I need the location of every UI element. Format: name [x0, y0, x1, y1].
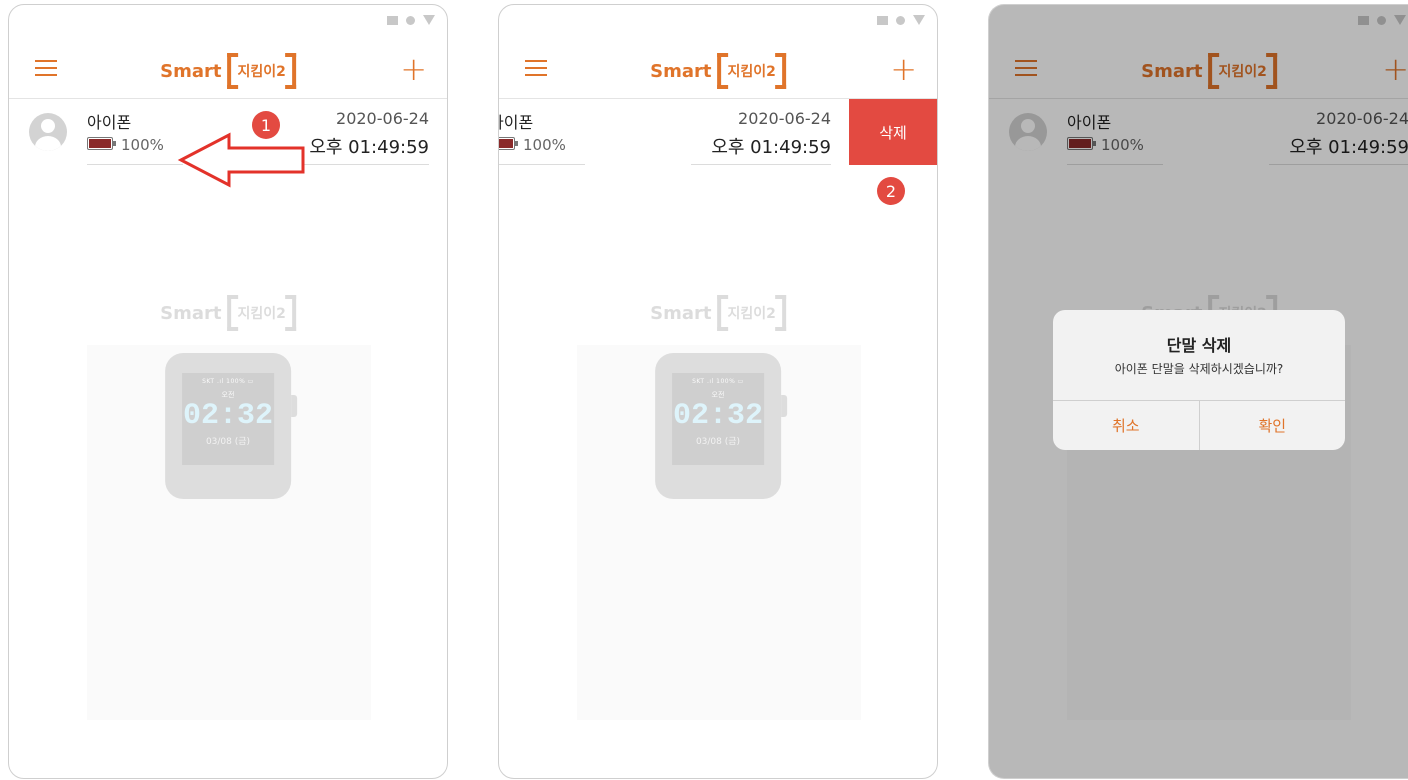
- smartwatch-image: SKT .ıl 100% ▭ 오전 02:32 03/08 (금): [165, 353, 297, 499]
- watermark-logo-smart: Smart: [650, 302, 712, 324]
- watch-time: 02:32: [672, 399, 763, 433]
- triangle-icon: [913, 15, 925, 25]
- watch-date: 03/08 (금): [695, 437, 741, 447]
- dialog-buttons: 취소 확인: [1053, 400, 1345, 450]
- device-date: 2020-06-24: [738, 109, 831, 128]
- watermark-logo-bracket: 지킴이2: [227, 295, 297, 331]
- watch-screen: SKT .ıl 100% ▭ 오전 02:32 03/08 (금): [672, 373, 764, 465]
- divider: [499, 164, 585, 165]
- watermark-logo-name: 지킴이2: [727, 306, 776, 322]
- app-bar: Smart 지킴이2 +: [9, 45, 447, 99]
- device-date: 2020-06-24: [336, 109, 429, 128]
- confirm-button[interactable]: 확인: [1198, 401, 1346, 450]
- device-row-swiped[interactable]: 아이폰 100% 2020-06-24 오후 01:49:59 삭제: [499, 99, 937, 165]
- watermark: Smart 지킴이2 SKT .ıl 100% ▭ 오전 02:32 03/08…: [650, 295, 787, 499]
- divider: [87, 164, 183, 165]
- square-icon: [387, 15, 398, 25]
- avatar: [29, 113, 67, 151]
- swipe-left-arrow-icon: [177, 132, 305, 188]
- watch-crown: [291, 395, 297, 417]
- device-name: 아이폰: [499, 113, 534, 132]
- dialog-message: 아이폰 단말을 삭제하시겠습니까?: [1114, 362, 1284, 376]
- app-logo: Smart 지킴이2: [160, 53, 297, 89]
- app-logo: Smart 지킴이2: [650, 53, 787, 89]
- phone-screen-confirm-dialog: Smart 지킴이2 + 아이폰 100% 2020-06-24 오후 01:4…: [988, 4, 1408, 779]
- circle-icon: [896, 15, 905, 25]
- menu-icon[interactable]: [525, 60, 547, 76]
- add-device-icon[interactable]: +: [400, 53, 427, 85]
- watch-time: 02:32: [182, 399, 273, 433]
- watermark-logo-smart: Smart: [160, 302, 222, 324]
- add-device-icon[interactable]: +: [890, 53, 917, 85]
- logo-name-text: 지킴이2: [237, 64, 286, 80]
- dialog-title: 단말 삭제: [1166, 336, 1232, 355]
- square-icon: [877, 15, 888, 25]
- circle-icon: [406, 15, 415, 25]
- watch-status: SKT .ıl 100% ▭: [692, 378, 744, 385]
- watch-date: 03/08 (금): [205, 437, 251, 447]
- delete-confirm-dialog: 단말 삭제 아이폰 단말을 삭제하시겠습니까? 취소 확인: [1053, 310, 1345, 450]
- logo-name-text: 지킴이2: [727, 64, 776, 80]
- watermark: Smart 지킴이2 SKT .ıl 100% ▭ 오전 02:32 03/08…: [160, 295, 297, 499]
- device-time: 오후 01:49:59: [309, 137, 429, 158]
- status-bar: [387, 15, 435, 25]
- watermark-logo-name: 지킴이2: [237, 306, 286, 322]
- phone-screen-delete-step: Smart 지킴이2 + 아이폰 100% 2020-06-24 오후 01:4…: [498, 4, 938, 779]
- watch-crown: [781, 395, 787, 417]
- logo-bracket: 지킴이2: [717, 53, 787, 89]
- divider: [691, 164, 831, 165]
- smartwatch-image: SKT .ıl 100% ▭ 오전 02:32 03/08 (금): [655, 353, 787, 499]
- device-time: 오후 01:49:59: [711, 137, 831, 158]
- device-row-content: 아이폰 100% 2020-06-24 오후 01:49:59: [499, 99, 851, 165]
- divider: [289, 164, 429, 165]
- battery-icon: [499, 137, 518, 150]
- logo-bracket: 지킴이2: [227, 53, 297, 89]
- battery-percent: 100%: [523, 136, 566, 154]
- logo-smart-text: Smart: [160, 60, 222, 82]
- triangle-icon: [423, 15, 435, 25]
- logo-smart-text: Smart: [650, 60, 712, 82]
- watermark-logo: Smart 지킴이2: [160, 295, 297, 331]
- status-bar: [877, 15, 925, 25]
- cancel-button[interactable]: 취소: [1053, 401, 1199, 450]
- battery-icon: [87, 137, 116, 150]
- device-name: 아이폰: [87, 113, 132, 132]
- phone-screen-swipe-step: Smart 지킴이2 + 아이폰 100% 2020-06-24 오후 01:4…: [8, 4, 448, 779]
- app-bar: Smart 지킴이2 +: [499, 45, 937, 99]
- watch-status: SKT .ıl 100% ▭: [202, 378, 254, 385]
- watermark-logo: Smart 지킴이2: [650, 295, 787, 331]
- step-badge-2: 2: [877, 177, 905, 205]
- delete-button[interactable]: 삭제: [849, 99, 937, 165]
- watch-screen: SKT .ıl 100% ▭ 오전 02:32 03/08 (금): [182, 373, 274, 465]
- battery-percent: 100%: [121, 136, 164, 154]
- menu-icon[interactable]: [35, 60, 57, 76]
- watermark-logo-bracket: 지킴이2: [717, 295, 787, 331]
